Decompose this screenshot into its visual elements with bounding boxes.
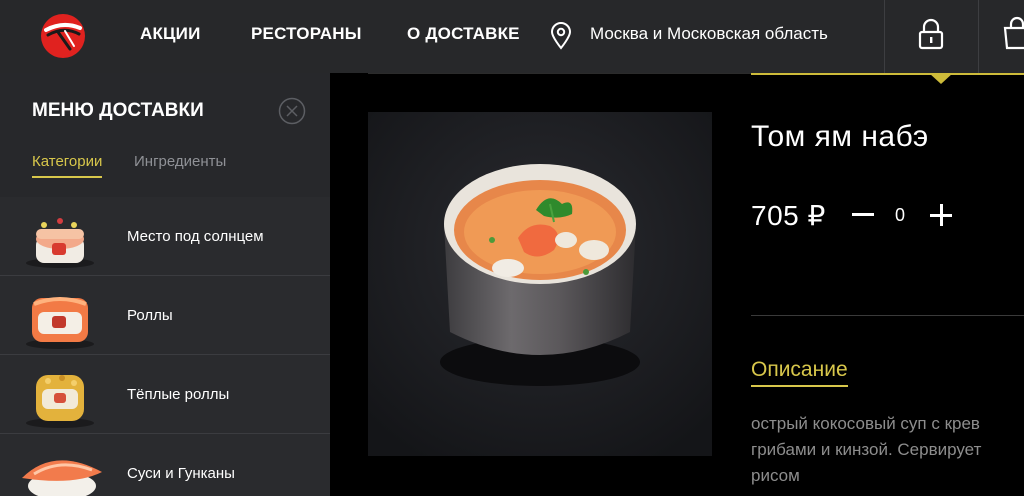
shopping-bag-icon[interactable]: [1002, 16, 1024, 50]
quantity-value: 0: [895, 205, 906, 225]
location-pin-icon[interactable]: [549, 22, 573, 50]
product-image: [368, 112, 712, 456]
sidebar-item-label: Тёплые роллы: [127, 386, 230, 403]
active-section-indicator: [751, 73, 1024, 75]
top-navigation-bar: АКЦИИ РЕСТОРАНЫ О ДОСТАВКЕ Москва и Моск…: [0, 0, 1024, 73]
description-line: грибами и кинзой. Сервирует: [751, 440, 982, 459]
sidebar-item-label: Роллы: [127, 307, 173, 324]
roll-image: [26, 297, 94, 349]
description-line: рисом: [751, 466, 800, 485]
tab-ingredients[interactable]: Ингредиенты: [134, 153, 226, 170]
nav-promotions[interactable]: АКЦИИ: [140, 24, 201, 44]
close-icon[interactable]: [278, 97, 306, 125]
sidebar-item-rolls[interactable]: Роллы: [0, 276, 330, 355]
sidebar-item-sushi-gunkans[interactable]: Суси и Гунканы: [0, 434, 330, 496]
content-top-line: [368, 73, 751, 74]
sidebar-item-label: Суси и Гунканы: [127, 465, 235, 482]
product-title: Том ям набэ: [751, 120, 929, 153]
soup-bowl-image: [368, 112, 712, 456]
decrease-quantity-button[interactable]: [852, 213, 874, 216]
increase-quantity-button[interactable]: [930, 204, 952, 226]
product-price: 705 ₽: [751, 200, 826, 231]
delivery-menu-sidebar: МЕНЮ ДОСТАВКИ Категории Ингредиенты Мест…: [0, 73, 330, 496]
section-divider: [751, 315, 1024, 316]
triangle-marker-icon: [929, 73, 953, 84]
nav-restaurants[interactable]: РЕСТОРАНЫ: [251, 24, 362, 44]
nav-delivery-info[interactable]: О ДОСТАВКЕ: [407, 24, 520, 44]
sidebar-item-label: Место под солнцем: [127, 228, 264, 245]
region-selector[interactable]: Москва и Московская область: [590, 24, 828, 44]
description-tab[interactable]: Описание: [751, 358, 848, 387]
sidebar-item-warm-rolls[interactable]: Тёплые роллы: [0, 355, 330, 434]
tab-categories[interactable]: Категории: [32, 153, 103, 178]
header-divider: [884, 0, 885, 73]
sidebar-header: МЕНЮ ДОСТАВКИ Категории Ингредиенты: [0, 73, 330, 197]
sidebar-item-place-in-sun[interactable]: Место под солнцем: [0, 197, 330, 276]
sidebar-title: МЕНЮ ДОСТАВКИ: [32, 100, 204, 121]
lock-icon[interactable]: [918, 18, 944, 50]
roll-image: [26, 375, 94, 428]
description-line: острый кокосовый суп с крев: [751, 414, 980, 433]
logo-icon[interactable]: [40, 13, 86, 59]
header-divider: [978, 0, 979, 73]
sushi-image: [22, 460, 102, 496]
product-description: острый кокосовый суп с крев грибами и ки…: [751, 411, 1024, 489]
roll-image: [26, 218, 94, 268]
